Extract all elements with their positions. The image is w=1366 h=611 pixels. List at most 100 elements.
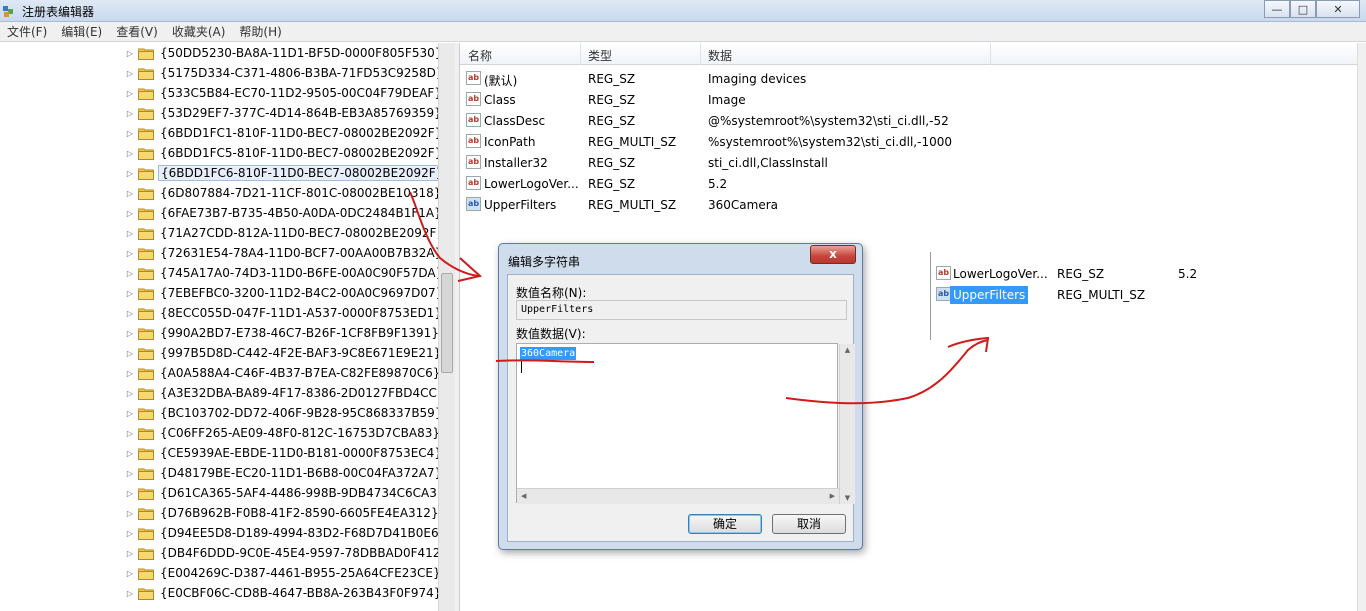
- expand-arrow-icon[interactable]: ▷: [124, 169, 136, 178]
- value-data-textarea[interactable]: 360Camera ▲ ▼ ◀ ▶: [516, 343, 855, 504]
- dialog-close-button[interactable]: x: [810, 245, 856, 264]
- textarea-vertical-scrollbar[interactable]: ▲ ▼: [839, 344, 855, 504]
- expand-arrow-icon[interactable]: ▷: [124, 109, 136, 118]
- tree-item[interactable]: ▷ {D76B962B-F0B8-41F2-8590-6605FE4EA312}: [124, 503, 440, 523]
- tree-item[interactable]: ▷ {A3E32DBA-BA89-4F17-8386-2D0127FBD4CC}: [124, 383, 440, 403]
- column-header-type[interactable]: 类型: [588, 47, 612, 64]
- tree-item[interactable]: ▷ {53D29EF7-377C-4D14-864B-EB3A85769359}: [124, 103, 440, 123]
- scroll-right-icon[interactable]: ▶: [830, 492, 835, 500]
- column-divider[interactable]: [700, 43, 701, 65]
- tree-item[interactable]: ▷ {72631E54-78A4-11D0-BCF7-00AA00B7B32A}: [124, 243, 440, 263]
- tree-scrollbar[interactable]: [438, 43, 455, 611]
- expand-arrow-icon[interactable]: ▷: [124, 189, 136, 198]
- folder-icon: [138, 508, 154, 520]
- expand-arrow-icon[interactable]: ▷: [124, 489, 136, 498]
- tree-item[interactable]: ▷ {CE5939AE-EBDE-11D0-B181-0000F8753EC4}: [124, 443, 440, 463]
- registry-tree[interactable]: ▷ {50DD5230-BA8A-11D1-BF5D-0000F805F530} ▷…: [0, 43, 440, 611]
- expand-arrow-icon[interactable]: ▷: [124, 549, 136, 558]
- expand-arrow-icon[interactable]: ▷: [124, 289, 136, 298]
- tree-item[interactable]: ▷ {D94EE5D8-D189-4994-83D2-F68D7D41B0E6}: [124, 523, 440, 543]
- tree-item[interactable]: ▷ {E004269C-D387-4461-B955-25A64CFE23CE}: [124, 563, 440, 583]
- tree-item[interactable]: ▷ {6BDD1FC1-810F-11D0-BEC7-08002BE2092F}: [124, 123, 440, 143]
- tree-scrollbar-thumb[interactable]: [441, 273, 453, 373]
- maximize-button[interactable]: □: [1290, 0, 1316, 18]
- expand-arrow-icon[interactable]: ▷: [124, 409, 136, 418]
- expand-arrow-icon[interactable]: ▷: [124, 149, 136, 158]
- expand-arrow-icon[interactable]: ▷: [124, 229, 136, 238]
- expand-arrow-icon[interactable]: ▷: [124, 389, 136, 398]
- expand-arrow-icon[interactable]: ▷: [124, 429, 136, 438]
- tree-item[interactable]: ▷ {BC103702-DD72-406F-9B28-95C868337B59}: [124, 403, 440, 423]
- tree-item[interactable]: ▷ {6D807884-7D21-11CF-801C-08002BE10318}: [124, 183, 440, 203]
- scroll-left-icon[interactable]: ◀: [521, 492, 526, 500]
- scroll-up-icon[interactable]: ▲: [840, 346, 855, 354]
- tree-item[interactable]: ▷ {71A27CDD-812A-11D0-BEC7-08002BE2092F}: [124, 223, 440, 243]
- tree-item[interactable]: ▷ {50DD5230-BA8A-11D1-BF5D-0000F805F530}: [124, 43, 440, 63]
- expand-arrow-icon[interactable]: ▷: [124, 249, 136, 258]
- tree-item-label: {6BDD1FC1-810F-11D0-BEC7-08002BE2092F}: [160, 126, 440, 140]
- tree-item[interactable]: ▷ {745A17A0-74D3-11D0-B6FE-00A0C90F57DA}: [124, 263, 440, 283]
- column-divider[interactable]: [580, 43, 581, 65]
- list-scrollbar[interactable]: [1357, 43, 1366, 611]
- expand-arrow-icon[interactable]: ▷: [124, 369, 136, 378]
- scroll-down-icon[interactable]: ▼: [840, 494, 855, 502]
- expand-arrow-icon[interactable]: ▷: [124, 569, 136, 578]
- cancel-button[interactable]: 取消: [772, 514, 846, 534]
- tree-item[interactable]: ▷ {E0CBF06C-CD8B-4647-BB8A-263B43F0F974}: [124, 583, 440, 603]
- expand-arrow-icon[interactable]: ▷: [124, 89, 136, 98]
- expand-arrow-icon[interactable]: ▷: [124, 309, 136, 318]
- column-header-data[interactable]: 数据: [708, 47, 732, 64]
- expand-arrow-icon[interactable]: ▷: [124, 349, 136, 358]
- column-divider[interactable]: [990, 43, 991, 65]
- expand-arrow-icon[interactable]: ▷: [124, 129, 136, 138]
- tree-item[interactable]: ▷ {533C5B84-EC70-11D2-9505-00C04F79DEAF}: [124, 83, 440, 103]
- menu-view[interactable]: 查看(V): [109, 23, 165, 40]
- zoomed-snippet: ab LowerLogoVer... REG_SZ 5.2 ab UpperFi…: [928, 252, 1228, 342]
- expand-arrow-icon[interactable]: ▷: [124, 449, 136, 458]
- column-header-name[interactable]: 名称: [468, 47, 492, 64]
- expand-arrow-icon[interactable]: ▷: [124, 269, 136, 278]
- menu-bar: 文件(F) 编辑(E) 查看(V) 收藏夹(A) 帮助(H): [0, 22, 1366, 42]
- folder-icon: [138, 528, 154, 540]
- menu-edit[interactable]: 编辑(E): [54, 23, 109, 40]
- tree-item[interactable]: ▷ {7EBEFBC0-3200-11D2-B4C2-00A0C9697D07}: [124, 283, 440, 303]
- tree-item[interactable]: ▷ {6BDD1FC5-810F-11D0-BEC7-08002BE2092F}: [124, 143, 440, 163]
- expand-arrow-icon[interactable]: ▷: [124, 69, 136, 78]
- expand-arrow-icon[interactable]: ▷: [124, 329, 136, 338]
- expand-arrow-icon[interactable]: ▷: [124, 529, 136, 538]
- tree-item[interactable]: ▷ {D61CA365-5AF4-4486-998B-9DB4734C6CA3}: [124, 483, 440, 503]
- tree-item[interactable]: ▷ {6BDD1FC6-810F-11D0-BEC7-08002BE2092F}: [124, 163, 440, 183]
- ok-button[interactable]: 确定: [688, 514, 762, 534]
- tree-item[interactable]: ▷ {D48179BE-EC20-11D1-B6B8-00C04FA372A7}: [124, 463, 440, 483]
- tree-item[interactable]: ▷ {A0A588A4-C46F-4B37-B7EA-C82FE89870C6}: [124, 363, 440, 383]
- close-button[interactable]: ✕: [1316, 0, 1360, 18]
- list-row[interactable]: ab Class REG_SZ Image: [466, 89, 1346, 110]
- list-row[interactable]: ab Installer32 REG_SZ sti_ci.dll,ClassInsta…: [466, 152, 1346, 173]
- tree-item[interactable]: ▷ {997B5D8D-C442-4F2E-BAF3-9C8E671E9E21}: [124, 343, 440, 363]
- expand-arrow-icon[interactable]: ▷: [124, 209, 136, 218]
- folder-icon: [138, 588, 154, 600]
- textarea-horizontal-scrollbar[interactable]: ◀ ▶: [517, 488, 839, 504]
- list-row[interactable]: ab ClassDesc REG_SZ @%systemroot%\system32\…: [466, 110, 1346, 131]
- minimize-button[interactable]: —: [1264, 0, 1290, 18]
- menu-favorites[interactable]: 收藏夹(A): [165, 23, 233, 40]
- tree-item-label: {6D807884-7D21-11CF-801C-08002BE10318}: [160, 186, 440, 200]
- menu-help[interactable]: 帮助(H): [232, 23, 288, 40]
- expand-arrow-icon[interactable]: ▷: [124, 509, 136, 518]
- tree-item[interactable]: ▷ {DB4F6DDD-9C0E-45E4-9597-78DBBAD0F412}: [124, 543, 440, 563]
- list-row[interactable]: ab IconPath REG_MULTI_SZ %systemroot%\syste…: [466, 131, 1346, 152]
- list-row[interactable]: ab (默认) REG_SZ Imaging devices: [466, 68, 1346, 89]
- expand-arrow-icon[interactable]: ▷: [124, 469, 136, 478]
- expand-arrow-icon[interactable]: ▷: [124, 49, 136, 58]
- tree-item[interactable]: ▷ {5175D334-C371-4806-B3BA-71FD53C9258D}: [124, 63, 440, 83]
- tree-item[interactable]: ▷ {990A2BD7-E738-46C7-B26F-1CF8FB9F1391}: [124, 323, 440, 343]
- menu-file[interactable]: 文件(F): [0, 23, 54, 40]
- list-row[interactable]: ab UpperFilters REG_MULTI_SZ 360Camera: [466, 194, 1346, 215]
- tree-item[interactable]: ▷ {6FAE73B7-B735-4B50-A0DA-0DC2484B1F1A}: [124, 203, 440, 223]
- row-type: REG_MULTI_SZ: [588, 135, 677, 149]
- tree-item-label: {A0A588A4-C46F-4B37-B7EA-C82FE89870C6}: [160, 366, 440, 380]
- list-row[interactable]: ab LowerLogoVer... REG_SZ 5.2: [466, 173, 1346, 194]
- tree-item[interactable]: ▷ {8ECC055D-047F-11D1-A537-0000F8753ED1}: [124, 303, 440, 323]
- tree-item[interactable]: ▷ {C06FF265-AE09-48F0-812C-16753D7CBA83}: [124, 423, 440, 443]
- expand-arrow-icon[interactable]: ▷: [124, 589, 136, 598]
